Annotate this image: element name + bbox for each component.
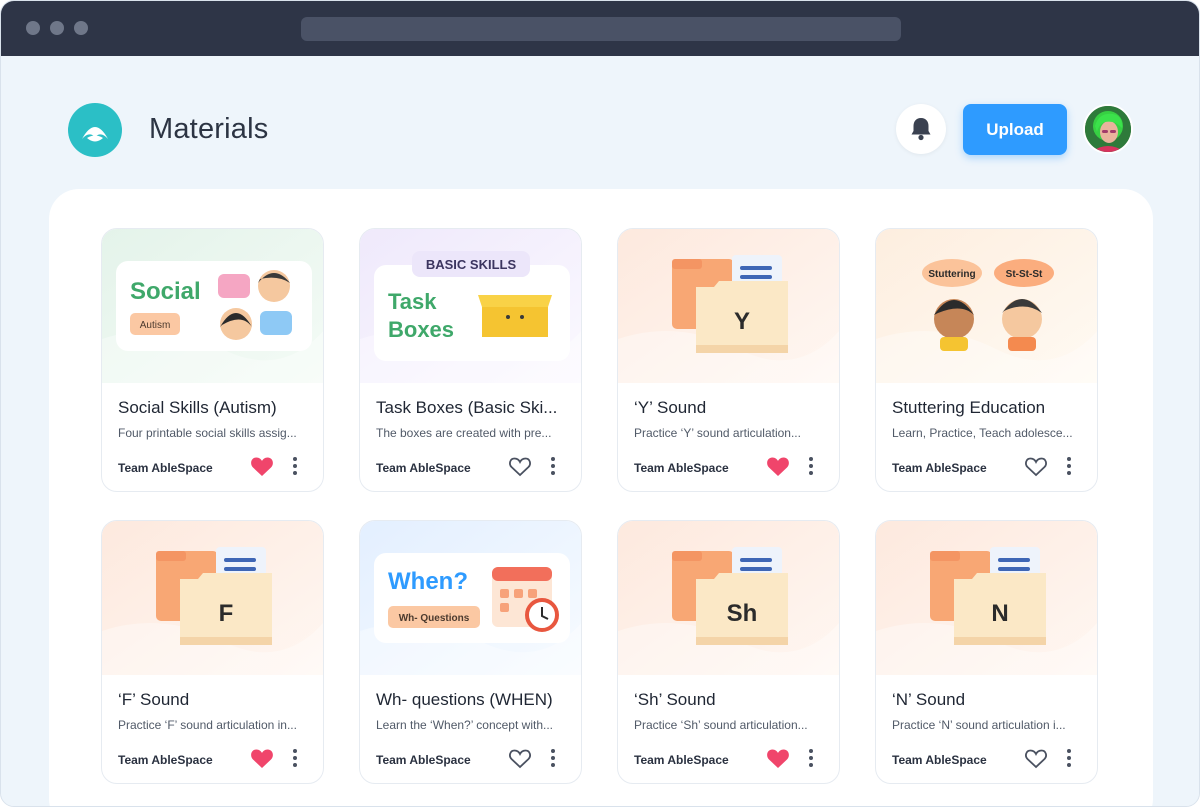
material-card[interactable]: Sh ‘Sh’ Sound Practice ‘Sh’ sound articula…	[617, 520, 840, 784]
heart-filled-icon[interactable]	[766, 747, 790, 769]
thumb-heading: When?	[388, 568, 468, 595]
card-author: Team AbleSpace	[634, 461, 729, 475]
card-title[interactable]: Social Skills (Autism)	[118, 398, 313, 418]
more-options-icon[interactable]	[804, 747, 818, 769]
heart-outline-icon[interactable]	[508, 747, 532, 769]
window-dot-close[interactable]	[26, 21, 40, 35]
card-title[interactable]: Task Boxes (Basic Ski...	[376, 398, 571, 418]
heart-filled-icon[interactable]	[250, 747, 274, 769]
card-title[interactable]: ‘Y’ Sound	[634, 398, 829, 418]
material-card[interactable]: Stuttering St-St-St Stuttering Education…	[875, 228, 1098, 492]
card-description: Practice ‘Sh’ sound articulation...	[634, 718, 808, 732]
card-description: Practice ‘Y’ sound articulation...	[634, 426, 801, 440]
card-author: Team AbleSpace	[634, 753, 729, 767]
card-title[interactable]: ‘Sh’ Sound	[634, 690, 829, 710]
heart-filled-icon[interactable]	[766, 455, 790, 477]
card-thumbnail[interactable]: Sh	[618, 521, 839, 675]
thumb-heading-2: Boxes	[388, 317, 454, 342]
material-card[interactable]: Social Autism Social Skills (Autism) Four…	[101, 228, 324, 492]
upload-button[interactable]: Upload	[963, 104, 1067, 155]
card-description: Practice ‘F’ sound articulation in...	[118, 718, 297, 732]
material-card[interactable]: Y ‘Y’ Sound Practice ‘Y’ sound articulatio…	[617, 228, 840, 492]
ablespace-logo[interactable]	[68, 103, 122, 157]
card-title[interactable]: ‘F’ Sound	[118, 690, 313, 710]
card-title[interactable]: ‘N’ Sound	[892, 690, 1087, 710]
heart-filled-icon[interactable]	[250, 455, 274, 477]
folder-letter: F	[219, 600, 234, 627]
more-options-icon[interactable]	[804, 455, 818, 477]
more-options-icon[interactable]	[288, 747, 302, 769]
window-dot-maximize[interactable]	[74, 21, 88, 35]
window-dot-minimize[interactable]	[50, 21, 64, 35]
thumb-tag: Wh- Questions	[399, 613, 470, 624]
card-author: Team AbleSpace	[118, 753, 213, 767]
heart-outline-icon[interactable]	[1024, 455, 1048, 477]
user-avatar[interactable]	[1083, 104, 1133, 154]
card-description: Four printable social skills assig...	[118, 426, 297, 440]
card-thumbnail[interactable]: Stuttering St-St-St	[876, 229, 1097, 383]
card-description: Learn the ‘When?’ concept with...	[376, 718, 553, 732]
notifications-button[interactable]	[896, 104, 946, 154]
thumb-bubble-1: Stuttering	[928, 269, 975, 280]
card-thumbnail[interactable]: N	[876, 521, 1097, 675]
folder-letter: Sh	[727, 600, 758, 627]
thumb-heading: Social	[130, 278, 201, 305]
card-title[interactable]: Wh- questions (WHEN)	[376, 690, 571, 710]
card-thumbnail[interactable]: When? Wh- Questions	[360, 521, 581, 675]
page-title: Materials	[149, 113, 269, 145]
material-card[interactable]: BASIC SKILLS Task Boxes Task Boxes (Basi…	[359, 228, 582, 492]
card-title[interactable]: Stuttering Education	[892, 398, 1087, 418]
more-options-icon[interactable]	[1062, 747, 1076, 769]
browser-title-bar	[1, 1, 1199, 56]
more-options-icon[interactable]	[288, 455, 302, 477]
thumb-tag: Autism	[140, 320, 171, 331]
more-options-icon[interactable]	[1062, 455, 1076, 477]
card-thumbnail[interactable]: BASIC SKILLS Task Boxes	[360, 229, 581, 383]
card-author: Team AbleSpace	[118, 461, 213, 475]
heart-outline-icon[interactable]	[508, 455, 532, 477]
card-description: Practice ‘N’ sound articulation i...	[892, 718, 1066, 732]
card-thumbnail[interactable]: Social Autism	[102, 229, 323, 383]
material-card[interactable]: F ‘F’ Sound Practice ‘F’ sound articulatio…	[101, 520, 324, 784]
folder-letter: Y	[734, 308, 750, 335]
thumb-badge: BASIC SKILLS	[426, 257, 517, 272]
more-options-icon[interactable]	[546, 455, 560, 477]
card-author: Team AbleSpace	[376, 461, 471, 475]
folder-letter: N	[991, 600, 1008, 627]
address-bar[interactable]	[301, 17, 901, 41]
thumb-bubble-2: St-St-St	[1006, 269, 1043, 280]
card-description: Learn, Practice, Teach adolesce...	[892, 426, 1073, 440]
thumb-heading-1: Task	[388, 289, 437, 314]
more-options-icon[interactable]	[546, 747, 560, 769]
card-author: Team AbleSpace	[892, 461, 987, 475]
material-card[interactable]: When? Wh- Questions Wh- questions (WHEN)…	[359, 520, 582, 784]
heart-outline-icon[interactable]	[1024, 747, 1048, 769]
bell-icon	[911, 118, 931, 141]
card-thumbnail[interactable]: Y	[618, 229, 839, 383]
card-thumbnail[interactable]: F	[102, 521, 323, 675]
card-author: Team AbleSpace	[892, 753, 987, 767]
material-card[interactable]: N ‘N’ Sound Practice ‘N’ sound articulatio…	[875, 520, 1098, 784]
card-author: Team AbleSpace	[376, 753, 471, 767]
card-description: The boxes are created with pre...	[376, 426, 552, 440]
